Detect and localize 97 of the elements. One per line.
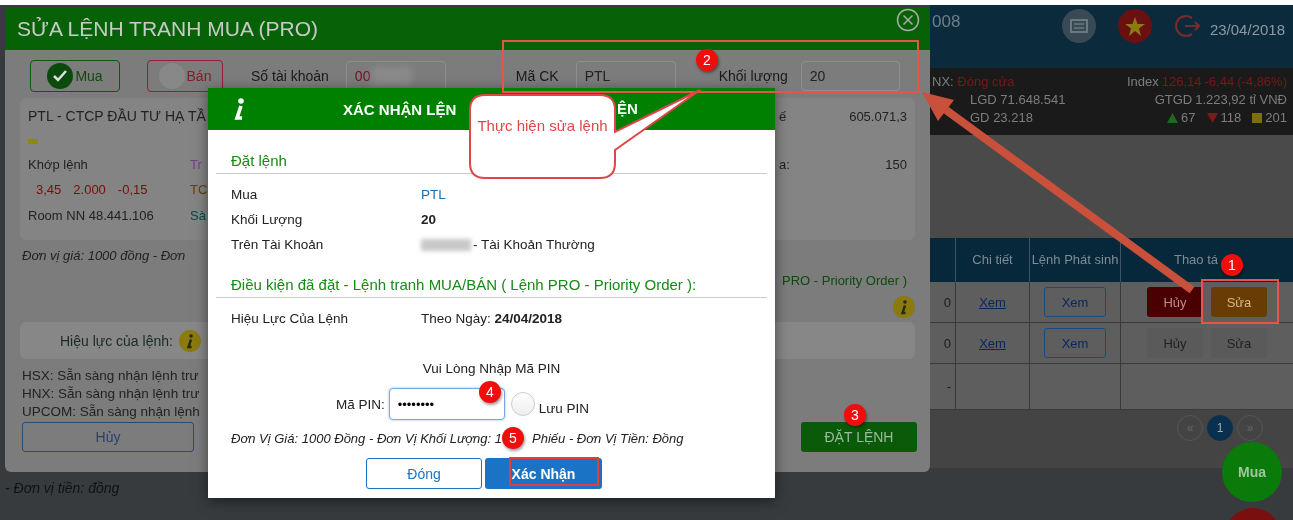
cancel-button[interactable]: Hủy (1147, 328, 1203, 358)
market-status: Đóng cửa (957, 74, 1015, 89)
index-percent: (-4,86%) (1237, 74, 1287, 89)
side-toggle[interactable]: Bán (147, 60, 223, 92)
info-icon[interactable] (893, 296, 915, 318)
dialog-title: SỬA LỆNH TRANH MUA (PRO) (17, 17, 319, 41)
flag-icon[interactable] (1117, 9, 1152, 43)
newspaper-icon[interactable] (1061, 9, 1096, 43)
info-label: ế (779, 108, 788, 124)
indicator-mark (28, 138, 38, 144)
pin-prompt: Vui Lòng Nhập Mã PIN (422, 361, 561, 376)
info-label: Sà (190, 207, 207, 223)
condition-text: PRO - Priority Order ) (782, 273, 907, 288)
volume-label: LGD (970, 92, 997, 107)
units-note: Phiếu - Đơn Vị Tiền: Đồng (532, 431, 684, 446)
section-title: Đặt lệnh (231, 152, 288, 169)
match-label: Khớp lệnh (28, 156, 89, 172)
units-note: Đơn Vị Giá: 1000 Đồng - Đơn Vị Khối Lượng: 1 (231, 431, 502, 446)
decliners-count: 118 (1220, 110, 1242, 125)
price-unit-note: Đơn vị giá: 1000 đồng - Đơn (22, 248, 187, 263)
price-value: 3,45 (36, 181, 62, 197)
detail-label: Khối Lượng (231, 212, 304, 227)
detail-label: Mua (231, 187, 259, 202)
detail-value: Theo Ngày: 24/04/2018 (421, 311, 563, 326)
exchange-status: Sẵn sàng nhận lệnh trư (57, 368, 199, 383)
info-label: a: (779, 156, 791, 172)
detail-value: - Tài Khoản Thường (473, 237, 595, 252)
info-icon[interactable] (178, 329, 201, 352)
square-icon (1252, 112, 1263, 123)
trades-label: GD (970, 110, 990, 125)
exchange-label: HNX: (22, 386, 55, 401)
info-label: Tr (190, 156, 203, 172)
down-triangle-icon (1206, 112, 1218, 123)
room-label: Room NN (28, 207, 86, 223)
account-field[interactable]: 00 (345, 61, 446, 91)
exchange-label: HSX: (22, 368, 54, 383)
table-cell-text: - (945, 378, 952, 396)
save-pin-label: Lưu PIN (538, 400, 590, 416)
value-amount: 1.223,92 tỉ VNĐ (1195, 92, 1287, 107)
info-value: 605.071,3 (848, 108, 907, 124)
side-toggle[interactable]: Mua (30, 60, 120, 92)
cancel-button[interactable]: Hủy (22, 422, 194, 452)
value-label: GTGD (1154, 92, 1193, 107)
up-triangle-icon (1167, 112, 1179, 123)
edit-button[interactable]: Sửa (1211, 287, 1267, 317)
place-order-button[interactable]: ĐẶT LỆNH (801, 422, 917, 452)
close-button[interactable]: Đóng (366, 458, 482, 489)
cancel-button[interactable]: Hủy (1147, 287, 1203, 317)
dialog-title: XÁC NHẬN LỆN (343, 100, 457, 118)
exchange-label: NX: (932, 74, 954, 89)
view-link[interactable]: Xem (979, 335, 1006, 351)
validity-label: Hiệu lực của lệnh: (60, 332, 173, 349)
account-label: Số tài khoản (251, 68, 329, 84)
exchange-status: Sẵn sàng nhận lệnh trư (58, 386, 200, 401)
room-value: 48.441.106 (88, 207, 154, 223)
symbol-field[interactable]: PTL (575, 61, 676, 91)
section-title: Điều kiện đã đặt - Lệnh tranh MUA/BÁN ( Lệnh PRO - Priority Order ): (231, 276, 698, 293)
exchange-status: Sẵn sàng nhận lệnh (79, 404, 200, 419)
index-label: Index (1126, 74, 1159, 89)
quantity-label: Khối lượng (718, 68, 788, 84)
check-icon (53, 70, 68, 82)
date-text: 23/04/2018 (1209, 21, 1285, 38)
page-button[interactable]: 1 (1207, 415, 1233, 441)
unchanged-count: 201 (1265, 110, 1287, 125)
blurred-account (421, 238, 471, 251)
stock-name: PTL - CTCP ĐẦU TƯ HẠ TẦ (28, 108, 207, 124)
callout-text: Thực hiện sửa lệnh (476, 116, 609, 136)
detail-value: 20 (421, 212, 437, 227)
price-value: -0,15 (117, 181, 148, 197)
exchange-label: UPCOM: (22, 404, 76, 419)
edit-button[interactable]: Sửa (1211, 328, 1267, 358)
volume-value: 71.648.541 (1000, 92, 1066, 107)
symbol-label: Mã CK (515, 68, 559, 84)
trades-value: 23.218 (993, 110, 1033, 125)
column-header: Chi tiết (955, 238, 1029, 282)
info-icon (232, 97, 246, 121)
view-link[interactable]: Xem (979, 294, 1006, 310)
info-label: TC (190, 181, 209, 197)
view-button[interactable]: Xem (1044, 287, 1106, 317)
dialog-title: ỆN (617, 100, 638, 117)
detail-label: Trên Tài Khoản (231, 237, 325, 252)
price-value: 2.000 (73, 181, 106, 197)
info-value: 150 (884, 156, 907, 172)
detail-label: Hiệu Lực Của Lệnh (231, 311, 350, 326)
index-change: -6,44 (1204, 74, 1235, 89)
close-icon[interactable] (896, 8, 920, 32)
column-header: Lệnh Phát sinh (1029, 238, 1120, 282)
quantity-field[interactable]: 20 (800, 61, 900, 91)
index-value: 126,14 (1161, 74, 1202, 89)
advancers-count: 67 (1181, 110, 1196, 125)
save-pin-radio[interactable] (510, 392, 535, 416)
detail-value: PTL (421, 187, 446, 202)
table-cell-text: 0 (942, 293, 952, 312)
view-button[interactable]: Xem (1044, 328, 1106, 358)
pin-label: Mã PIN: (335, 396, 385, 412)
account-number: 008 (932, 12, 961, 32)
table-cell-text: 0 (942, 334, 952, 353)
